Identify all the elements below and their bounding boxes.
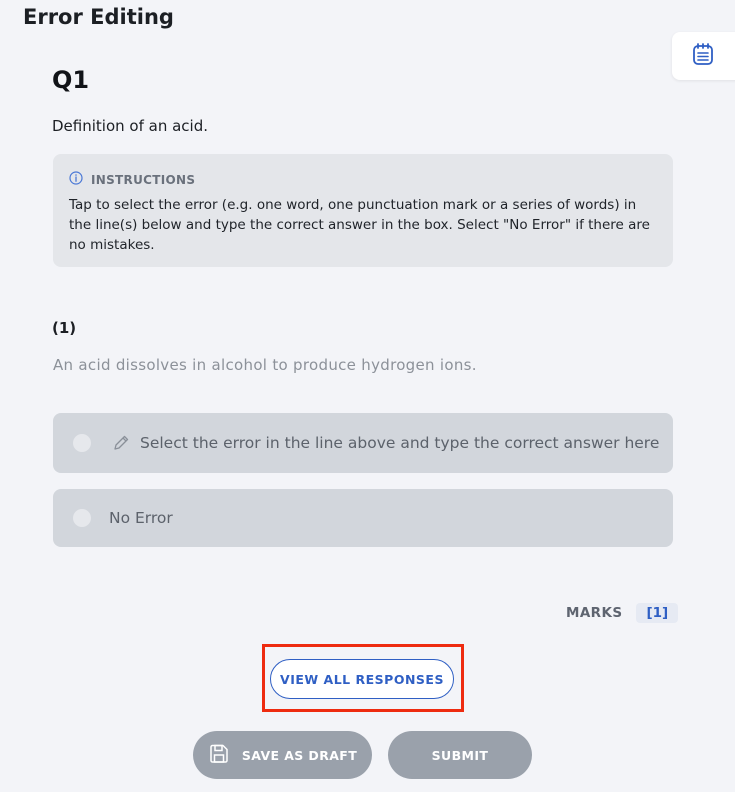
option-label: No Error	[109, 509, 173, 527]
notes-icon	[691, 42, 715, 70]
option-no-error[interactable]: No Error	[53, 489, 673, 547]
save-as-draft-button[interactable]: SAVE AS DRAFT	[193, 731, 372, 779]
marks: MARKS [1]	[566, 603, 679, 623]
submit-button[interactable]: SUBMIT	[388, 731, 532, 779]
pencil-icon	[112, 434, 130, 452]
instructions-box: INSTRUCTIONS Tap to select the error (e.…	[53, 154, 673, 267]
save-as-draft-label: SAVE AS DRAFT	[241, 747, 358, 763]
info-icon	[69, 170, 83, 189]
question-text: Definition of an acid.	[52, 117, 208, 135]
option-select-error[interactable]: Select the error in the line above and t…	[53, 413, 673, 473]
page-title: Error Editing	[23, 5, 174, 29]
view-all-responses-button[interactable]: VIEW ALL RESPONSES	[270, 659, 454, 699]
page: Error Editing Q1 Definition of an acid.	[0, 0, 735, 792]
option-radio[interactable]	[73, 509, 91, 527]
instructions-text: Tap to select the error (e.g. one word, …	[69, 197, 650, 253]
error-sentence[interactable]: An acid dissolves in alcohol to produce …	[53, 356, 477, 374]
floppy-disk-icon	[208, 743, 230, 768]
part-number: (1)	[52, 319, 77, 337]
instructions-heading: INSTRUCTIONS	[91, 172, 196, 187]
marks-label: MARKS	[566, 605, 623, 621]
question-number: Q1	[52, 66, 90, 94]
option-label: Select the error in the line above and t…	[140, 434, 660, 452]
notes-panel-tab[interactable]	[672, 32, 735, 80]
option-radio[interactable]	[73, 434, 91, 452]
marks-value: [1]	[636, 603, 679, 623]
instructions-header: INSTRUCTIONS	[69, 170, 657, 189]
